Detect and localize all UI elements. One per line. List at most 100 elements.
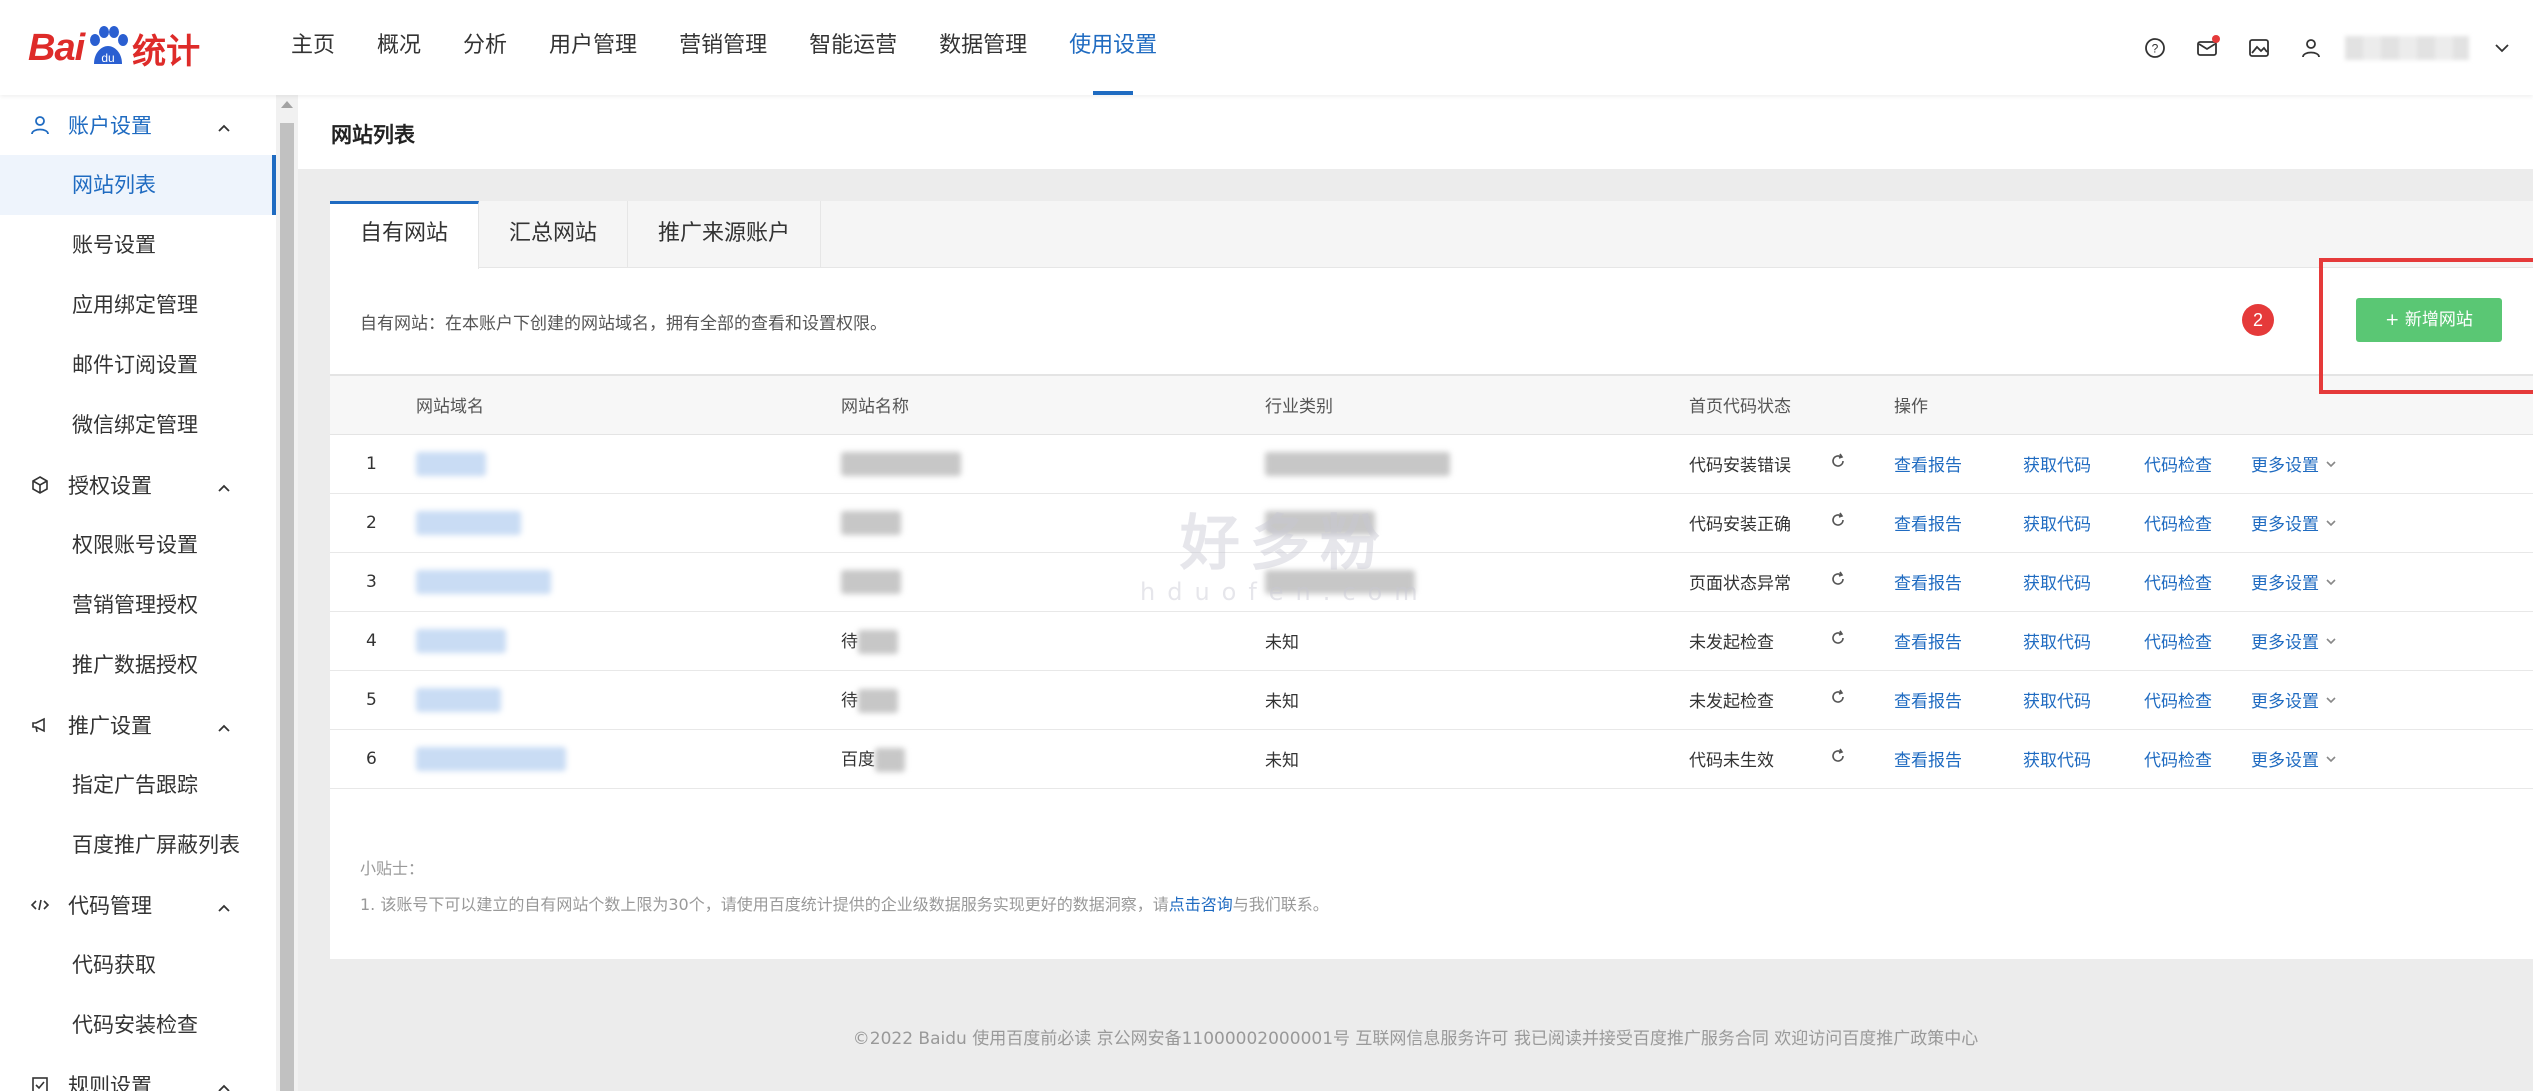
baidu-tongji-logo[interactable]: Bai du 统计 [28,18,200,78]
cube-icon [28,473,52,497]
refresh-icon[interactable] [1829,434,1894,494]
site-domain-redacted[interactable] [416,552,841,612]
chevron-down-icon[interactable] [2489,35,2515,61]
scrollbar-thumb[interactable] [280,123,294,1091]
consult-link[interactable]: 点击咨询 [1169,895,1233,914]
sidebar-group-promotion[interactable]: 推广设置 [0,695,276,755]
check-code-link[interactable]: 代码检查 [2144,633,2212,653]
image-icon[interactable] [2246,35,2272,61]
site-name-cell: 待 [841,670,1265,730]
nav-smart-operation[interactable]: 智能运营 [788,0,918,95]
col-index [330,374,416,435]
refresh-icon[interactable] [1829,729,1894,789]
sidebar-item-wechat-binding[interactable]: 微信绑定管理 [0,395,276,455]
tab-promotion-source-accounts[interactable]: 推广来源账户 [628,201,822,268]
refresh-icon[interactable] [1829,552,1894,612]
view-report-link[interactable]: 查看报告 [1894,515,1962,535]
view-report-link[interactable]: 查看报告 [1894,751,1962,771]
sidebar-group-rules[interactable]: 规则设置 [0,1055,276,1091]
username-redacted[interactable] [2345,35,2469,60]
tab-summary-sites[interactable]: 汇总网站 [479,201,629,268]
user-icon[interactable] [2298,35,2324,61]
sidebar-item-promotion-block-list[interactable]: 百度推广屏蔽列表 [0,815,276,875]
view-report-link[interactable]: 查看报告 [1894,633,1962,653]
code-icon [28,893,52,917]
nav-data-management[interactable]: 数据管理 [918,0,1048,95]
sidebar-item-site-list[interactable]: 网站列表 [0,155,276,215]
more-settings-link[interactable]: 更多设置 [2251,628,2341,653]
nav-overview[interactable]: 概况 [356,0,442,95]
nav-user-management[interactable]: 用户管理 [528,0,658,95]
sidebar-item-marketing-authorization[interactable]: 营销管理授权 [0,575,276,635]
tab-bar: 自有网站 汇总网站 推广来源账户 [330,201,2533,269]
sidebar-item-code-install-check[interactable]: 代码安装检查 [0,995,276,1055]
sidebar-group-code-management[interactable]: 代码管理 [0,875,276,935]
industry-cell: 未知 [1265,611,1689,671]
check-code-link[interactable]: 代码检查 [2144,692,2212,712]
sidebar-group-account[interactable]: 账户设置 [0,95,276,155]
get-code-link[interactable]: 获取代码 [2023,633,2091,653]
more-settings-link[interactable]: 更多设置 [2251,687,2341,712]
tab-description: 自有网站：在本账户下创建的网站域名，拥有全部的查看和设置权限。 [360,314,887,334]
nav-home[interactable]: 主页 [270,0,356,95]
row-index: 5 [330,670,416,730]
chevron-down-icon [2326,519,2336,526]
view-report-link[interactable]: 查看报告 [1894,574,1962,594]
view-report-link[interactable]: 查看报告 [1894,456,1962,476]
check-code-link[interactable]: 代码检查 [2144,456,2212,476]
sidebar-group-authorization[interactable]: 授权设置 [0,455,276,515]
help-icon[interactable]: ? [2142,35,2168,61]
check-code-link[interactable]: 代码检查 [2144,515,2212,535]
site-name-cell [841,552,1265,612]
mail-icon[interactable] [2194,34,2220,61]
page-title: 网站列表 [331,123,415,147]
check-code-link[interactable]: 代码检查 [2144,751,2212,771]
site-domain-redacted[interactable] [416,670,841,730]
sidebar-item-account-settings[interactable]: 账号设置 [0,215,276,275]
code-status: 代码未生效 [1689,729,1829,789]
sidebar-scrollbar[interactable] [276,95,298,1091]
get-code-link[interactable]: 获取代码 [2023,456,2091,476]
check-code-link[interactable]: 代码检查 [2144,574,2212,594]
get-code-link[interactable]: 获取代码 [2023,574,2091,594]
col-industry: 行业类别 [1265,374,1689,435]
more-settings-link[interactable]: 更多设置 [2251,510,2341,535]
sidebar-item-ad-tracking[interactable]: 指定广告跟踪 [0,755,276,815]
get-code-link[interactable]: 获取代码 [2023,692,2091,712]
more-settings-link[interactable]: 更多设置 [2251,569,2341,594]
paw-logo-icon: du [86,26,130,70]
code-status: 代码安装错误 [1689,434,1829,494]
sidebar-item-app-binding[interactable]: 应用绑定管理 [0,275,276,335]
more-settings-link[interactable]: 更多设置 [2251,451,2341,476]
site-domain-redacted[interactable] [416,434,841,494]
code-status: 未发起检查 [1689,670,1829,730]
sidebar-item-get-code[interactable]: 代码获取 [0,935,276,995]
nav-settings[interactable]: 使用设置 [1048,0,1178,95]
tab-own-sites[interactable]: 自有网站 [330,201,480,269]
sidebar-item-permission-accounts[interactable]: 权限账号设置 [0,515,276,575]
scroll-up-arrow-icon[interactable] [281,101,293,108]
site-domain-redacted[interactable] [416,611,841,671]
industry-cell [1265,552,1689,612]
get-code-link[interactable]: 获取代码 [2023,515,2091,535]
chevron-up-icon [216,717,232,741]
site-domain-redacted[interactable] [416,729,841,789]
nav-analysis[interactable]: 分析 [442,0,528,95]
user-icon [28,113,52,137]
refresh-icon[interactable] [1829,611,1894,671]
refresh-icon[interactable] [1829,493,1894,553]
view-report-link[interactable]: 查看报告 [1894,692,1962,712]
table-row: 5 待未知 未发起检查 查看报告 获取代码 代码检查 更多设置 [330,670,2533,730]
sidebar-item-promotion-data-authorization[interactable]: 推广数据授权 [0,635,276,695]
site-domain-redacted[interactable] [416,493,841,553]
row-index: 3 [330,552,416,612]
refresh-icon[interactable] [1829,670,1894,730]
get-code-link[interactable]: 获取代码 [2023,751,2091,771]
sidebar-item-mail-subscription[interactable]: 邮件订阅设置 [0,335,276,395]
svg-text:?: ? [2152,41,2159,55]
code-status: 代码安装正确 [1689,493,1829,553]
nav-marketing-management[interactable]: 营销管理 [658,0,788,95]
more-settings-link[interactable]: 更多设置 [2251,746,2341,771]
industry-cell: 未知 [1265,670,1689,730]
chevron-down-icon [2326,460,2336,467]
